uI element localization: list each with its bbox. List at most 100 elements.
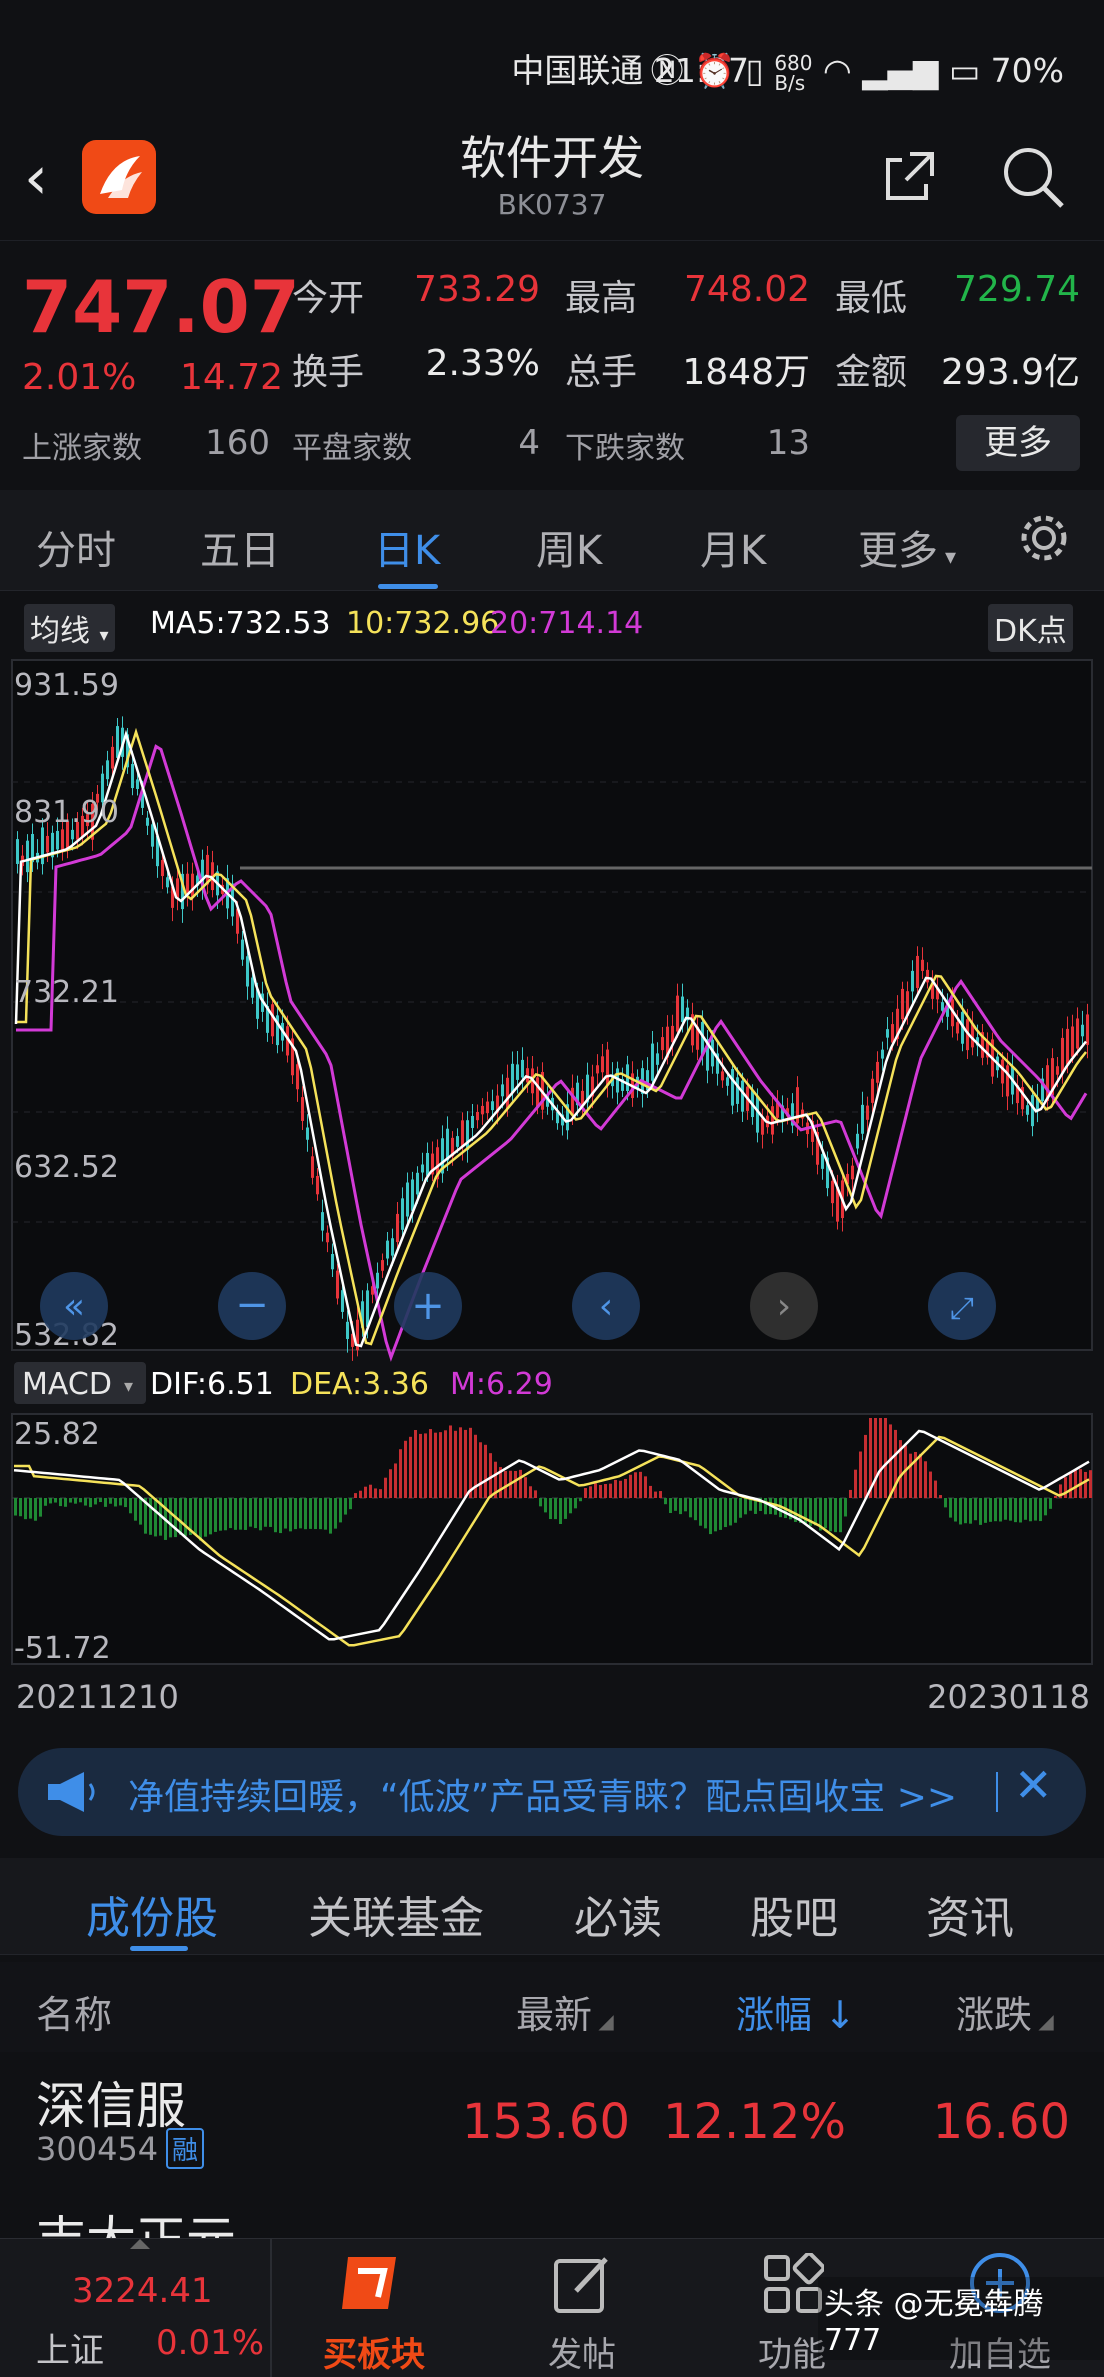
dk-point-button[interactable]: DK点 [988,604,1073,652]
change-amount: 14.72 [180,357,284,398]
macd-bar [699,1498,702,1526]
tab-related-funds[interactable]: 关联基金 [308,1882,484,1946]
nav-post[interactable]: 发帖 [512,2327,652,2376]
promo-banner[interactable]: 净值持续回暖，“低波”产品受青睐？配点固收宝 >> ✕ [18,1748,1086,1836]
macd-bar [879,1418,882,1498]
buy-board-icon[interactable] [338,2249,408,2319]
kline-chart[interactable]: 931.59 831.90 732.21 632.52 532.82 « − +… [0,650,1104,1740]
macd-bar [1084,1471,1087,1498]
macd-bar [269,1498,272,1527]
macd-bar [409,1436,412,1498]
settings-gear-icon[interactable] [1016,510,1072,566]
share-icon[interactable] [880,146,940,206]
macd-frame [11,1413,1093,1665]
macd-bar [834,1498,837,1533]
macd-dea: DEA:3.36 [290,1367,429,1402]
macd-bar [909,1453,912,1498]
macd-bar [54,1498,57,1503]
tab-day-k[interactable]: 日K [374,518,440,576]
tab-intraday[interactable]: 分时 [36,518,116,576]
tab-news[interactable]: 资讯 [926,1882,1014,1946]
macd-bar [84,1498,87,1506]
macd-bar [839,1498,842,1533]
macd-bar [719,1498,722,1530]
macd-bar [444,1430,447,1498]
down-count-label: 下跌家数 [565,431,685,466]
megaphone-icon [44,1770,98,1814]
macd-bar [199,1498,202,1541]
macd-bar [664,1498,667,1505]
macd-bar [259,1498,262,1531]
tab-forum[interactable]: 股吧 [750,1882,838,1946]
more-button[interactable]: 更多 [956,415,1080,471]
macd-bar [1014,1498,1017,1523]
macd-bar [709,1498,712,1535]
macd-bar [689,1498,692,1518]
macd-bar [354,1493,357,1498]
macd-bar [294,1498,297,1530]
next-stock-name: 吉大正元 [36,2200,236,2238]
macd-bar [279,1498,282,1534]
macd-bar [824,1498,827,1529]
col-pct[interactable]: 涨幅 ↓ [736,1984,856,2039]
tab-more[interactable]: 更多 ▾ [858,518,956,576]
macd-bar [434,1432,437,1498]
macd-bar [669,1498,672,1514]
sort-desc-icon: ↓ [812,1993,856,2037]
low-value: 729.74 [954,269,1080,310]
quote-panel: 747.07 2.01% 14.72 今开 733.29 最高 748.02 最… [0,245,1104,491]
macd-bar [679,1498,682,1515]
ma5-value: MA5:732.53 [150,606,331,641]
turnover-value: 2.33% [425,343,540,384]
tab-week-k[interactable]: 周K [536,518,602,576]
macd-bar [119,1498,122,1506]
col-latest[interactable]: 最新 ◢ [516,1984,614,2039]
close-icon[interactable]: ✕ [1014,1758,1053,1812]
macd-bar [599,1484,602,1498]
nfc-icon: Ⓝ [650,51,684,90]
macd-bar [919,1453,922,1498]
macd-bar [564,1498,567,1519]
col-change[interactable]: 涨跌 ◢ [956,1984,1054,2039]
tab-constituents[interactable]: 成份股 [86,1882,218,1946]
macd-bar [79,1498,82,1503]
ma-selector[interactable]: 均线 ▾ [24,604,115,652]
macd-bar [1039,1498,1042,1522]
table-row[interactable]: 深信服 300454 融 153.60 12.12% 16.60 [0,2060,1104,2180]
macd-bar [59,1498,62,1507]
tab-must-read[interactable]: 必读 [574,1882,662,1946]
macd-bar [634,1472,637,1498]
macd-bar [764,1498,767,1515]
macd-bar [609,1483,612,1498]
nav-buy-board[interactable]: 买板块 [304,2327,444,2376]
macd-bar [594,1483,597,1498]
tab-month-k[interactable]: 月K [700,518,766,576]
macd-bar [64,1498,67,1507]
macd-m: M:6.29 [450,1367,553,1402]
tab-five-day[interactable]: 五日 [200,518,280,576]
macd-bar [394,1463,397,1498]
top-bar: ‹ 软件开发 BK0737 [0,110,1104,241]
battery-level: 70% [990,51,1064,90]
macd-bar [419,1433,422,1498]
watermark: 头条 @无冕犇腾777 [818,2277,1104,2360]
macd-bar [124,1498,127,1508]
index-value[interactable]: 3224.41 [72,2271,213,2311]
macd-bar [539,1498,542,1507]
macd-bar [739,1498,742,1518]
macd-bar [829,1498,832,1532]
period-tabs: 分时 五日 日K 周K 月K 更多 ▾ [0,490,1104,591]
macd-bar [244,1498,247,1530]
macd-bar [1069,1472,1072,1498]
macd-bar [559,1498,562,1525]
macd-bar [849,1489,852,1498]
search-icon[interactable] [1000,144,1066,210]
chevron-right-icon: › [777,1286,791,1327]
bottom-nav: 3224.41 上证 0.01% 买板块 发帖 功能 加自选 头条 @无冕犇腾7… [0,2238,1104,2377]
macd-bar [254,1498,257,1529]
stock-name: 深信服 [36,2077,186,2135]
macd-bar [954,1498,957,1522]
macd-bar [959,1498,962,1525]
function-grid-icon[interactable] [762,2251,826,2315]
post-edit-icon[interactable] [552,2253,614,2315]
